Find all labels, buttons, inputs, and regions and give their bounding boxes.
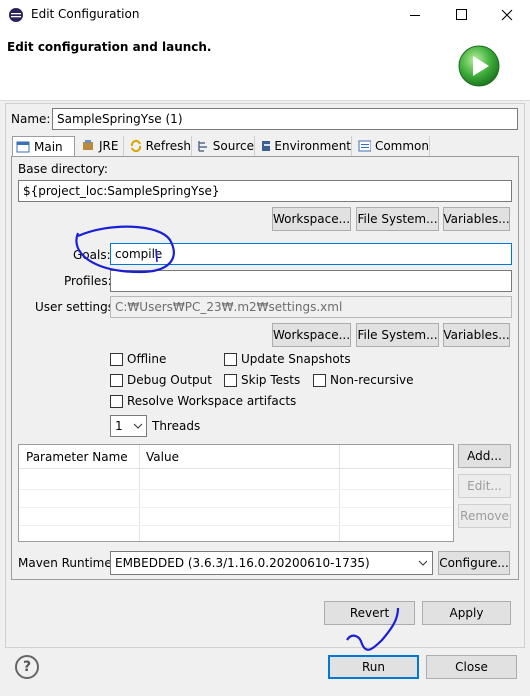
main-tab-icon — [16, 141, 30, 153]
checkbox-box — [110, 373, 123, 387]
offline-checkbox[interactable]: Offline — [110, 352, 166, 366]
user-settings-field[interactable]: C:₩Users₩PC_23₩.m2₩settings.xml — [110, 296, 512, 318]
checkbox-label: Debug Output — [127, 373, 212, 387]
maven-runtime-select[interactable]: EMBEDDED (3.6.3/1.16.0.20200610-1735) — [110, 551, 433, 575]
title-bar: Edit Configuration — [0, 0, 530, 31]
column-divider — [339, 445, 340, 541]
skip-tests-checkbox[interactable]: Skip Tests — [224, 373, 300, 387]
threads-value: 1 — [115, 419, 123, 433]
banner-heading: Edit configuration and launch. — [7, 40, 212, 54]
tab-label: Refresh — [145, 139, 191, 153]
maven-runtime-label: Maven Runtime: — [18, 556, 116, 570]
parameter-table[interactable]: Parameter Name Value — [18, 444, 454, 542]
checkbox-box — [224, 352, 237, 366]
source-icon — [198, 141, 207, 152]
minimize-icon — [410, 15, 420, 16]
non-recursive-checkbox[interactable]: Non-recursive — [313, 373, 414, 387]
row-divider — [19, 507, 453, 508]
maximize-button[interactable] — [438, 0, 484, 31]
update-snapshots-checkbox[interactable]: Update Snapshots — [224, 352, 351, 366]
row-divider — [19, 525, 453, 526]
revert-button[interactable]: Revert — [324, 601, 415, 625]
checkbox-label: Non-recursive — [330, 373, 414, 387]
tab-label: Common — [374, 139, 429, 153]
user-settings-label: User settings: — [35, 300, 119, 314]
base-directory-field[interactable]: ${project_loc:SampleSpringYse} — [18, 180, 512, 202]
variables-button-settings[interactable]: Variables... — [443, 323, 510, 347]
tab-main[interactable]: Main — [12, 136, 75, 157]
threads-label: Threads — [152, 419, 201, 433]
tab-common[interactable]: Common — [355, 136, 430, 156]
goals-field[interactable]: compile — [110, 243, 512, 265]
file-system-button-settings[interactable]: File System... — [356, 323, 439, 347]
tab-label: JRE — [99, 139, 119, 153]
row-divider — [19, 489, 453, 490]
maximize-icon — [456, 9, 467, 20]
checkbox-label: Update Snapshots — [241, 352, 351, 366]
refresh-icon — [130, 139, 142, 153]
maven-runtime-value: EMBEDDED (3.6.3/1.16.0.20200610-1735) — [115, 556, 370, 570]
dialog-banner: Edit configuration and launch. — [0, 31, 530, 101]
workspace-button-settings[interactable]: Workspace... — [272, 323, 351, 347]
name-label: Name: — [11, 112, 51, 126]
help-icon[interactable]: ? — [15, 655, 39, 679]
configure-button[interactable]: Configure... — [438, 551, 510, 575]
variables-button[interactable]: Variables... — [443, 207, 510, 231]
close-button[interactable]: Close — [426, 655, 517, 679]
tab-environment[interactable]: Environment — [258, 136, 352, 156]
name-field[interactable]: SampleSpringYse (1) — [52, 108, 518, 130]
tab-label: Source — [212, 139, 254, 153]
tab-refresh[interactable]: Refresh — [126, 136, 192, 156]
checkbox-box — [313, 373, 326, 387]
close-window-button[interactable] — [484, 0, 530, 31]
checkbox-box — [224, 373, 237, 387]
column-header-name: Parameter Name — [26, 450, 128, 464]
goals-label: Goals: — [73, 248, 111, 262]
remove-parameter-button[interactable]: Remove — [458, 504, 511, 528]
threads-select[interactable]: 1 — [110, 415, 147, 437]
minimize-button[interactable] — [392, 0, 438, 31]
chevron-down-icon — [133, 423, 143, 429]
file-system-button[interactable]: File System... — [356, 207, 439, 231]
apply-button[interactable]: Apply — [422, 601, 511, 625]
resolve-workspace-checkbox[interactable]: Resolve Workspace artifacts — [110, 394, 296, 408]
run-button[interactable]: Run — [328, 655, 419, 679]
add-parameter-button[interactable]: Add... — [458, 444, 511, 468]
tab-label: Environment — [274, 139, 351, 153]
tab-label: Main — [34, 140, 63, 154]
jre-icon — [83, 140, 93, 150]
base-directory-label: Base directory: — [18, 162, 108, 176]
checkbox-box — [110, 352, 123, 366]
checkbox-label: Skip Tests — [241, 373, 301, 387]
common-icon — [358, 140, 371, 152]
eclipse-logo-icon — [9, 8, 23, 22]
checkbox-label: Offline — [127, 352, 167, 366]
chevron-down-icon — [418, 560, 428, 566]
tab-source[interactable]: Source — [194, 136, 255, 156]
checkbox-box — [110, 394, 123, 408]
profiles-field[interactable] — [110, 270, 512, 292]
window-title: Edit Configuration — [31, 7, 140, 21]
environment-icon — [262, 141, 271, 151]
profiles-label: Profiles: — [64, 274, 112, 288]
checkbox-label: Resolve Workspace artifacts — [127, 394, 297, 408]
run-launch-icon — [458, 45, 500, 87]
column-divider — [139, 445, 140, 541]
debug-output-checkbox[interactable]: Debug Output — [110, 373, 212, 387]
workspace-button[interactable]: Workspace... — [272, 207, 351, 231]
close-icon — [501, 9, 513, 21]
tab-jre[interactable]: JRE — [78, 136, 124, 156]
column-header-value: Value — [146, 450, 179, 464]
edit-parameter-button[interactable]: Edit... — [458, 474, 511, 498]
